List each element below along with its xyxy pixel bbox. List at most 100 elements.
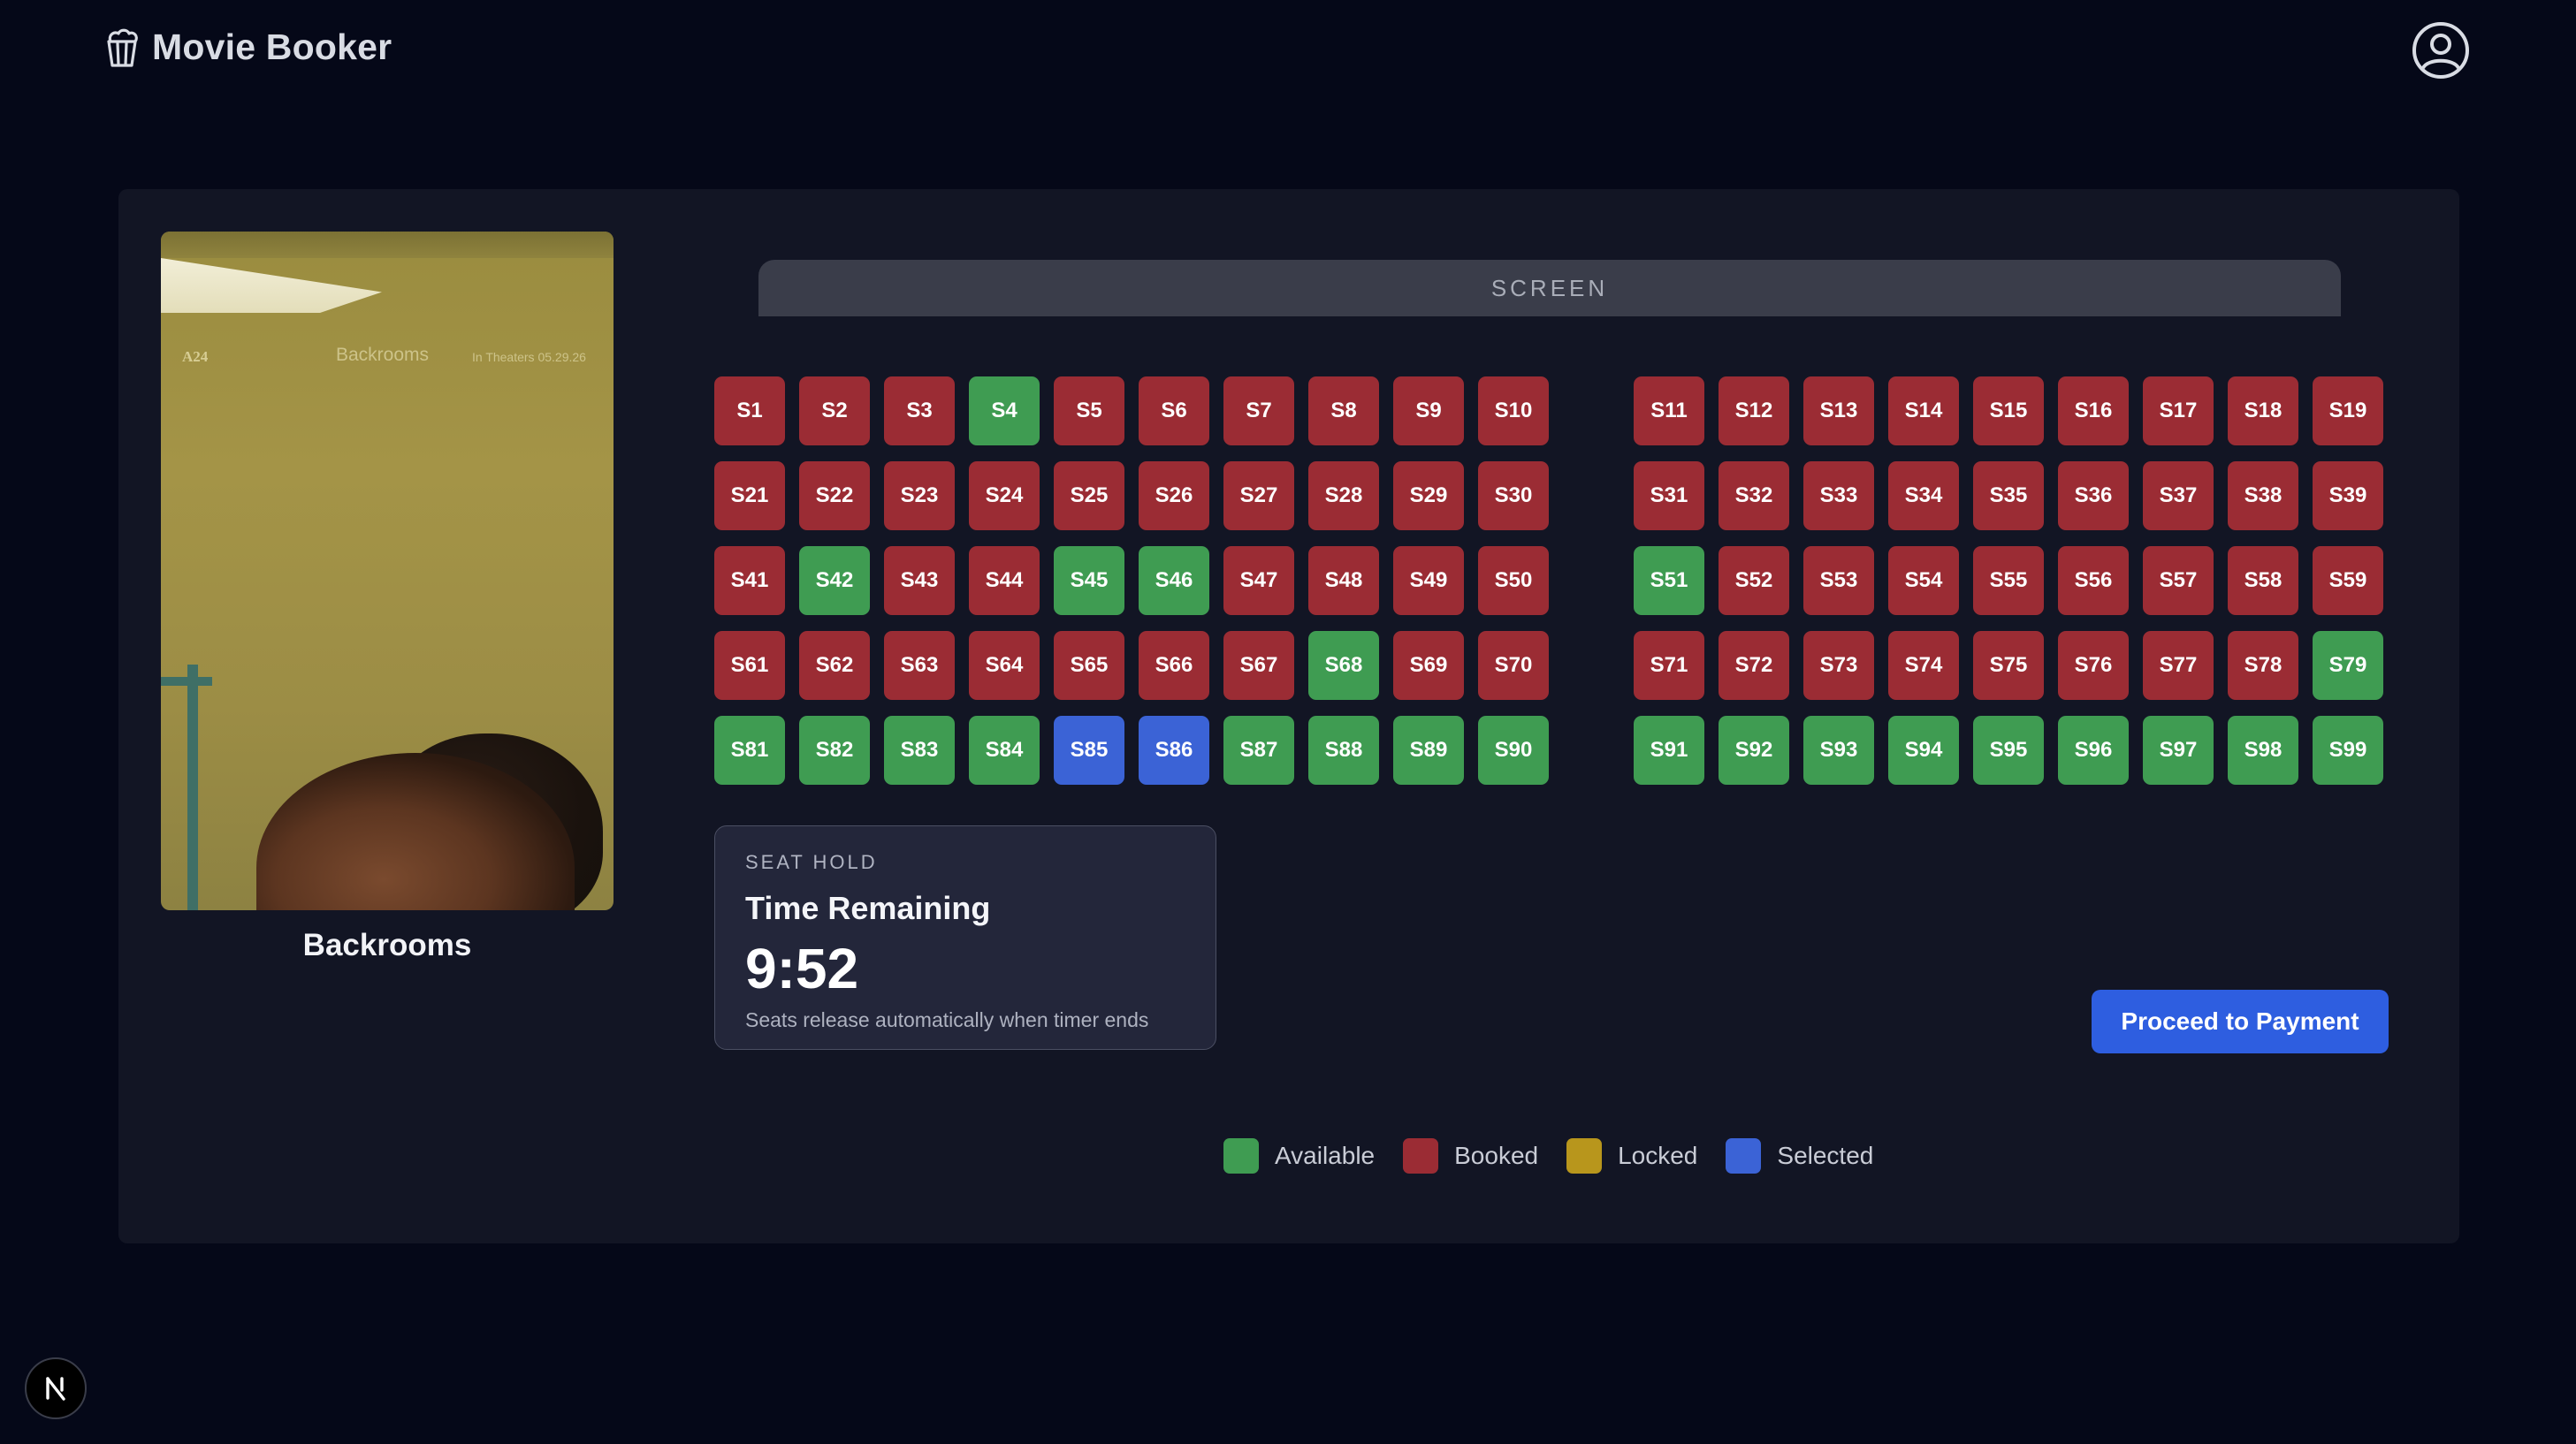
seat-button[interactable]: S67 — [1223, 631, 1294, 700]
seat-button[interactable]: S77 — [2143, 631, 2214, 700]
seat-button[interactable]: S41 — [714, 546, 785, 615]
seat-button[interactable]: S65 — [1054, 631, 1124, 700]
seat-button[interactable]: S69 — [1393, 631, 1464, 700]
seat-button[interactable]: S13 — [1803, 376, 1874, 445]
seat-button[interactable]: S54 — [1888, 546, 1959, 615]
seat-button[interactable]: S38 — [2228, 461, 2298, 530]
seat-button[interactable]: S56 — [2058, 546, 2129, 615]
seat-button[interactable]: S21 — [714, 461, 785, 530]
seat-button[interactable]: S16 — [2058, 376, 2129, 445]
seat-button[interactable]: S48 — [1308, 546, 1379, 615]
seat-button[interactable]: S86 — [1139, 716, 1209, 785]
seat-button[interactable]: S75 — [1973, 631, 2044, 700]
seat-button[interactable]: S62 — [799, 631, 870, 700]
seat-button[interactable]: S18 — [2228, 376, 2298, 445]
seat-button[interactable]: S87 — [1223, 716, 1294, 785]
seat-button[interactable]: S14 — [1888, 376, 1959, 445]
seat-button[interactable]: S84 — [969, 716, 1040, 785]
seat-button[interactable]: S88 — [1308, 716, 1379, 785]
nextjs-icon[interactable] — [25, 1357, 87, 1419]
seat-button[interactable]: S95 — [1973, 716, 2044, 785]
seat-button[interactable]: S71 — [1634, 631, 1704, 700]
seat-button[interactable]: S28 — [1308, 461, 1379, 530]
seat-button[interactable]: S45 — [1054, 546, 1124, 615]
seat-button[interactable]: S89 — [1393, 716, 1464, 785]
seat-button[interactable]: S26 — [1139, 461, 1209, 530]
seat-button[interactable]: S82 — [799, 716, 870, 785]
seat-button[interactable]: S51 — [1634, 546, 1704, 615]
seat-button[interactable]: S93 — [1803, 716, 1874, 785]
seat-button[interactable]: S1 — [714, 376, 785, 445]
seat-button[interactable]: S3 — [884, 376, 955, 445]
seat-button[interactable]: S83 — [884, 716, 955, 785]
seat-button[interactable]: S98 — [2228, 716, 2298, 785]
seat-button[interactable]: S7 — [1223, 376, 1294, 445]
seat-button[interactable]: S64 — [969, 631, 1040, 700]
seat-button[interactable]: S55 — [1973, 546, 2044, 615]
seat-button[interactable]: S19 — [2313, 376, 2383, 445]
seat-button[interactable]: S52 — [1719, 546, 1789, 615]
seat-button[interactable]: S43 — [884, 546, 955, 615]
seat-button[interactable]: S66 — [1139, 631, 1209, 700]
seat-button[interactable]: S33 — [1803, 461, 1874, 530]
seat-button[interactable]: S31 — [1634, 461, 1704, 530]
seat-button[interactable]: S99 — [2313, 716, 2383, 785]
seat-button[interactable]: S32 — [1719, 461, 1789, 530]
seat-button[interactable]: S85 — [1054, 716, 1124, 785]
seat-button[interactable]: S39 — [2313, 461, 2383, 530]
seat-button[interactable]: S42 — [799, 546, 870, 615]
seat-button[interactable]: S5 — [1054, 376, 1124, 445]
seat-button[interactable]: S73 — [1803, 631, 1874, 700]
seat-button[interactable]: S92 — [1719, 716, 1789, 785]
seat-button[interactable]: S76 — [2058, 631, 2129, 700]
seat-button[interactable]: S37 — [2143, 461, 2214, 530]
seat-button[interactable]: S70 — [1478, 631, 1549, 700]
proceed-to-payment-button[interactable]: Proceed to Payment — [2092, 990, 2389, 1053]
seat-button[interactable]: S22 — [799, 461, 870, 530]
seat-button[interactable]: S15 — [1973, 376, 2044, 445]
seat-button[interactable]: S97 — [2143, 716, 2214, 785]
seat-button[interactable]: S6 — [1139, 376, 1209, 445]
seat-button[interactable]: S4 — [969, 376, 1040, 445]
seat-button[interactable]: S23 — [884, 461, 955, 530]
brand[interactable]: Movie Booker — [104, 27, 392, 68]
seat-button[interactable]: S63 — [884, 631, 955, 700]
user-circle-icon[interactable] — [2412, 21, 2470, 80]
seat-button[interactable]: S2 — [799, 376, 870, 445]
seat-button[interactable]: S12 — [1719, 376, 1789, 445]
seat-button[interactable]: S68 — [1308, 631, 1379, 700]
seat-button[interactable]: S58 — [2228, 546, 2298, 615]
seat-button[interactable]: S79 — [2313, 631, 2383, 700]
seat-button[interactable]: S72 — [1719, 631, 1789, 700]
seat-button[interactable]: S96 — [2058, 716, 2129, 785]
seat-button[interactable]: S74 — [1888, 631, 1959, 700]
seat-button[interactable]: S11 — [1634, 376, 1704, 445]
seat-button[interactable]: S8 — [1308, 376, 1379, 445]
seat-button[interactable]: S30 — [1478, 461, 1549, 530]
legend-item-locked: Locked — [1566, 1138, 1697, 1174]
seat-button[interactable]: S61 — [714, 631, 785, 700]
seat-button[interactable]: S59 — [2313, 546, 2383, 615]
seat-button[interactable]: S27 — [1223, 461, 1294, 530]
seat-button[interactable]: S47 — [1223, 546, 1294, 615]
seat-button[interactable]: S91 — [1634, 716, 1704, 785]
seat-button[interactable]: S25 — [1054, 461, 1124, 530]
seat-button[interactable]: S44 — [969, 546, 1040, 615]
seat-button[interactable]: S78 — [2228, 631, 2298, 700]
seat-button[interactable]: S17 — [2143, 376, 2214, 445]
seat-button[interactable]: S9 — [1393, 376, 1464, 445]
seat-button[interactable]: S35 — [1973, 461, 2044, 530]
seat-button[interactable]: S49 — [1393, 546, 1464, 615]
seat-button[interactable]: S90 — [1478, 716, 1549, 785]
seat-button[interactable]: S29 — [1393, 461, 1464, 530]
seat-button[interactable]: S81 — [714, 716, 785, 785]
seat-button[interactable]: S50 — [1478, 546, 1549, 615]
seat-button[interactable]: S36 — [2058, 461, 2129, 530]
seat-button[interactable]: S53 — [1803, 546, 1874, 615]
seat-button[interactable]: S94 — [1888, 716, 1959, 785]
seat-button[interactable]: S34 — [1888, 461, 1959, 530]
seat-button[interactable]: S24 — [969, 461, 1040, 530]
seat-button[interactable]: S57 — [2143, 546, 2214, 615]
seat-button[interactable]: S46 — [1139, 546, 1209, 615]
seat-button[interactable]: S10 — [1478, 376, 1549, 445]
